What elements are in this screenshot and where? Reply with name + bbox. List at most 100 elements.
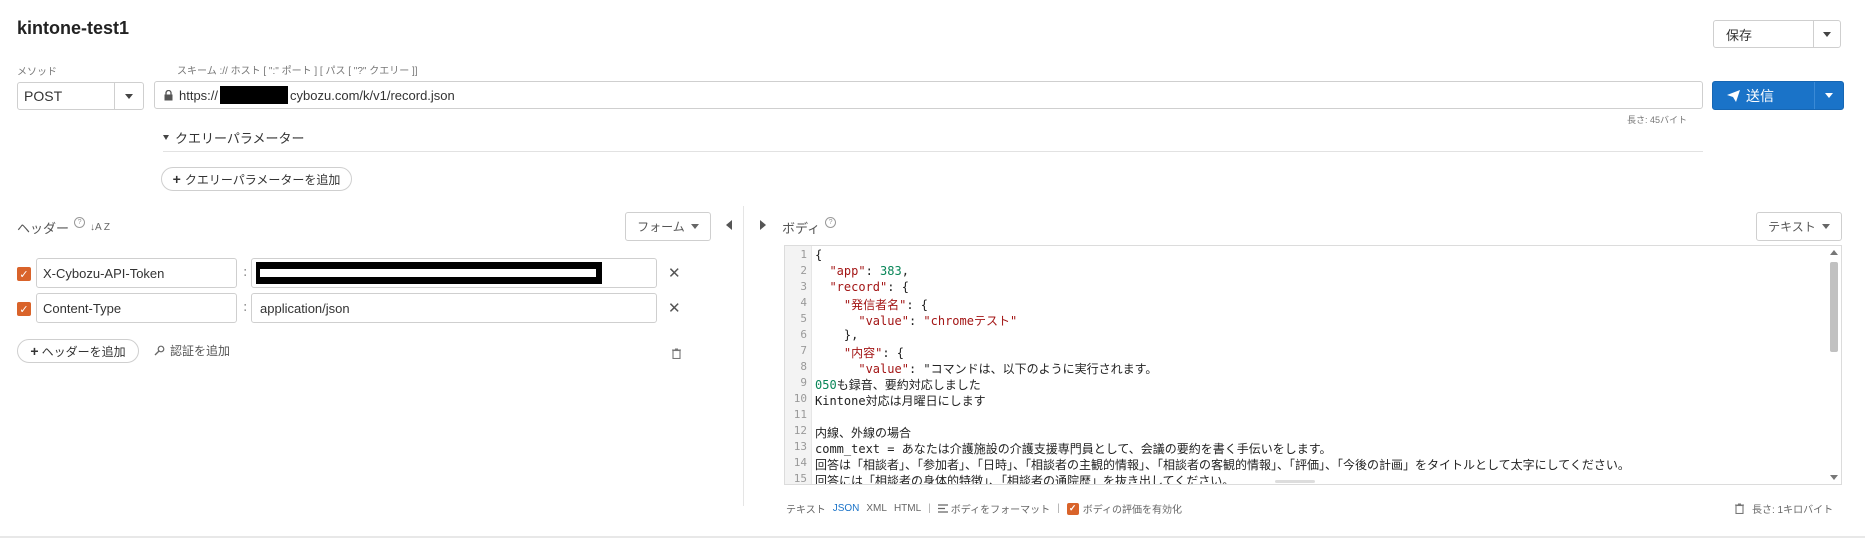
- code-line: "record": {: [829, 280, 909, 294]
- line-number: 15: [793, 472, 807, 485]
- line-number: 11: [793, 408, 807, 421]
- header-enabled-checkbox[interactable]: ✓: [17, 302, 31, 316]
- url-scheme: https://: [179, 87, 219, 103]
- help-icon[interactable]: ?: [74, 217, 86, 228]
- send-dropdown-toggle[interactable]: [1814, 82, 1843, 109]
- caret-down-icon: [163, 135, 169, 140]
- chevron-down-icon: [125, 93, 133, 99]
- code-line: },: [815, 328, 859, 342]
- format-json-tab[interactable]: JSON: [833, 503, 860, 514]
- form-mode-select[interactable]: フォーム: [625, 212, 711, 241]
- header-name-input[interactable]: Content-Type: [36, 293, 237, 323]
- method-label: メソッド: [17, 67, 57, 78]
- add-header-label: ヘッダーを追加: [41, 344, 126, 359]
- body-length-area: 長さ: 1キロバイト: [1735, 501, 1833, 516]
- footer-separator: |: [1057, 503, 1060, 514]
- add-header-button[interactable]: + ヘッダーを追加: [17, 339, 139, 363]
- header-enabled-checkbox[interactable]: ✓: [17, 267, 31, 281]
- line-number: 1: [800, 248, 807, 261]
- send-button[interactable]: 送信: [1713, 86, 1814, 106]
- plus-icon: +: [30, 343, 39, 359]
- format-body-label: ボディをフォーマット: [950, 505, 1051, 516]
- headers-label: ヘッダー: [17, 221, 70, 236]
- code-line: {: [815, 248, 823, 262]
- expand-right-icon[interactable]: [760, 220, 766, 230]
- line-number: 3: [800, 280, 807, 293]
- chevron-down-icon: [1821, 224, 1830, 229]
- sort-alpha-icon[interactable]: ↓A Z: [90, 222, 110, 233]
- headers-heading: ヘッダー ? ↓A Z: [17, 217, 110, 237]
- scroll-up-icon[interactable]: [1830, 250, 1838, 255]
- header-name-value: X-Cybozu-API-Token: [43, 265, 165, 281]
- method-select[interactable]: POST: [17, 82, 144, 110]
- code-line: "value": "chromeテスト": [858, 314, 1018, 328]
- card-bottom-border: [0, 536, 1865, 538]
- request-editor: kintone-test1 保存 メソッド POST スキーム :// ホスト …: [0, 0, 1865, 540]
- collapse-left-icon[interactable]: [726, 220, 732, 230]
- method-dropdown-toggle[interactable]: [114, 83, 143, 109]
- line-number: 5: [800, 312, 807, 325]
- enable-body-eval-checkbox[interactable]: ✓ ボディの評価を有効化: [1066, 501, 1183, 516]
- header-name-input[interactable]: X-Cybozu-API-Token: [36, 258, 237, 288]
- save-dropdown-toggle[interactable]: [1813, 21, 1840, 47]
- format-xml-tab[interactable]: XML: [866, 503, 887, 514]
- line-number: 14: [793, 456, 807, 469]
- footer-separator: |: [928, 503, 931, 514]
- body-mode-label: テキスト: [1768, 220, 1816, 234]
- url-format-label: スキーム :// ホスト [ ":" ポート ] [ パス [ "?" クエリー…: [177, 66, 418, 77]
- query-params-toggle[interactable]: クエリーパラメーター: [163, 128, 304, 147]
- format-body-button[interactable]: ボディをフォーマット: [937, 501, 1051, 516]
- trash-icon[interactable]: [1735, 503, 1744, 514]
- align-left-icon: [937, 504, 948, 513]
- body-editor[interactable]: 1 {2 "app": 383, 3 "record": {4 "発信者名": {5…: [784, 245, 1842, 485]
- format-html-tab[interactable]: HTML: [894, 503, 921, 514]
- line-number: 7: [800, 344, 807, 357]
- header-value-input[interactable]: [251, 258, 657, 288]
- code-line: 内線、外線の場合: [815, 426, 912, 440]
- chevron-down-icon: [1823, 31, 1831, 37]
- remove-header-icon[interactable]: ✕: [668, 264, 681, 282]
- url-input[interactable]: https:// cybozu.com/k/v1/record.json: [154, 81, 1703, 109]
- body-mode-select[interactable]: テキスト: [1756, 212, 1842, 241]
- line-number: 12: [793, 424, 807, 437]
- help-icon[interactable]: ?: [825, 217, 837, 228]
- code-line: "発信者名": {: [843, 298, 929, 312]
- url-host-redacted: [220, 86, 289, 104]
- lock-icon: [164, 89, 173, 101]
- trash-icon[interactable]: [672, 344, 681, 363]
- scroll-down-icon[interactable]: [1830, 475, 1838, 480]
- send-split-button: 送信: [1712, 81, 1844, 110]
- code-line: 回答は「相談者」、「参加者」、「日時」、「相談者の主観的情報」、「相談者の客観的…: [815, 458, 1630, 472]
- query-divider: [163, 151, 1703, 152]
- chevron-down-icon: [1825, 93, 1833, 98]
- add-query-param-button[interactable]: + クエリーパラメーターを追加: [161, 167, 352, 191]
- line-number: 9: [800, 376, 807, 389]
- code-line: "内容": {: [843, 346, 905, 360]
- add-auth-link[interactable]: 認証を追加: [154, 342, 230, 359]
- editor-resize-handle[interactable]: [1275, 480, 1315, 483]
- header-name-value: Content-Type: [43, 300, 122, 316]
- code-line: 050も録音、要約対応しました: [815, 378, 981, 392]
- format-text-tab[interactable]: テキスト: [786, 501, 826, 516]
- code-line: "value": "コマンドは、以下のように実行されます。: [858, 362, 1158, 376]
- body-length: 長さ: 1キロバイト: [1752, 505, 1834, 516]
- remove-header-icon[interactable]: ✕: [668, 299, 681, 317]
- line-number: 2: [800, 264, 807, 277]
- send-label: 送信: [1746, 87, 1774, 104]
- code-line: "app": 383,: [829, 264, 909, 278]
- editor-scrollbar-thumb[interactable]: [1830, 262, 1838, 352]
- header-value-redacted: [256, 262, 602, 284]
- paper-plane-icon: [1727, 89, 1740, 102]
- save-button[interactable]: 保存: [1714, 25, 1813, 44]
- header-colon: :: [243, 300, 248, 315]
- enable-body-eval-label: ボディの評価を有効化: [1082, 505, 1183, 516]
- plus-icon: +: [172, 171, 181, 187]
- query-params-label: クエリーパラメーター: [175, 131, 305, 146]
- code-line: Kintone対応は月曜日にします: [815, 394, 986, 408]
- line-number: 8: [800, 360, 807, 373]
- header-colon: :: [243, 265, 248, 280]
- key-icon: [154, 345, 165, 356]
- request-title: kintone-test1: [17, 18, 130, 38]
- header-value-input[interactable]: application/json: [251, 293, 657, 323]
- form-mode-label: フォーム: [637, 220, 685, 234]
